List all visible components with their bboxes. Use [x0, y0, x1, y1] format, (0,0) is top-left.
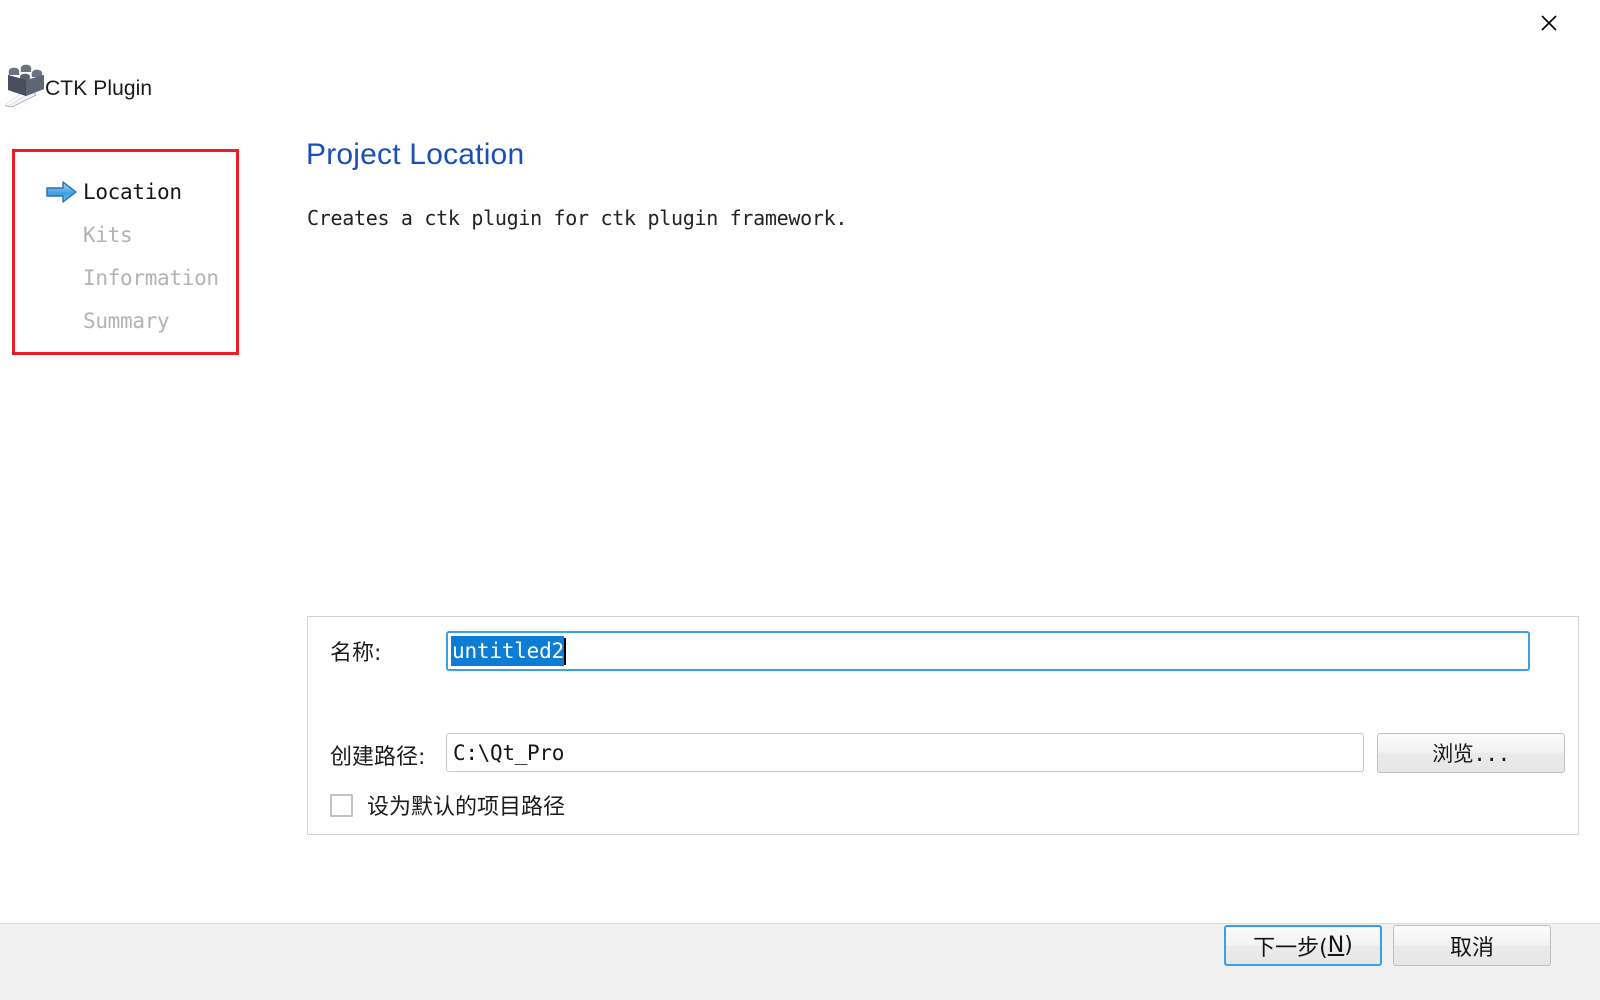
project-path-input[interactable]: C:\Qt_Pro [446, 733, 1364, 772]
project-name-input[interactable]: untitled2 [446, 631, 1530, 671]
ctk-plugin-wizard-dialog: CTK Plugin Location Kits Information Sum… [0, 0, 1600, 1000]
sidebar-item-kits[interactable]: Kits [15, 213, 236, 256]
arrow-glyph [46, 180, 77, 203]
sidebar-item-label: Location [83, 179, 182, 204]
blue-right-arrow-icon [45, 180, 79, 204]
ctk-plugin-brick-logo-icon [4, 62, 48, 108]
page-title: Project Location [306, 138, 525, 171]
brick-logo-glyph [4, 64, 44, 108]
name-label: 名称: [330, 641, 382, 666]
default-path-checkbox-row[interactable]: 设为默认的项目路径 [330, 789, 565, 821]
project-path-value: C:\Qt_Pro [453, 740, 565, 765]
project-location-form: 名称: untitled2 创建路径: C:\Qt_Pro 浏览... 设为默认… [307, 616, 1579, 835]
sidebar-item-information[interactable]: Information [15, 256, 236, 299]
next-button-label-tail: ) [1344, 933, 1353, 958]
wizard-steps-list: Location Kits Information Summary [15, 152, 236, 342]
close-icon[interactable] [1534, 8, 1564, 38]
sidebar-item-location[interactable]: Location [15, 170, 236, 213]
close-glyph [1541, 15, 1557, 31]
default-path-checkbox[interactable] [330, 793, 353, 817]
text-caret [564, 637, 566, 665]
name-row: 名称: untitled2 [308, 617, 1578, 687]
sidebar-item-label: Summary [83, 308, 170, 333]
window-titlebar [0, 0, 1600, 46]
app-title: CTK Plugin [45, 77, 153, 100]
browse-button[interactable]: 浏览... [1377, 733, 1565, 773]
next-button-mnemonic: N [1327, 933, 1345, 958]
default-path-checkbox-label: 设为默认的项目路径 [367, 795, 566, 820]
project-name-value: untitled2 [451, 636, 564, 666]
sidebar-item-label: Kits [83, 222, 133, 247]
sidebar-item-label: Information [83, 265, 219, 290]
cancel-button[interactable]: 取消 [1393, 925, 1551, 966]
next-button[interactable]: 下一步(N) [1224, 925, 1382, 966]
next-button-label: 下一步( [1253, 935, 1328, 961]
path-label: 创建路径: [330, 745, 426, 770]
page-description: Creates a ctk plugin for ctk plugin fram… [307, 206, 848, 230]
wizard-steps-sidebar: Location Kits Information Summary [12, 149, 239, 355]
sidebar-item-summary[interactable]: Summary [15, 299, 236, 342]
